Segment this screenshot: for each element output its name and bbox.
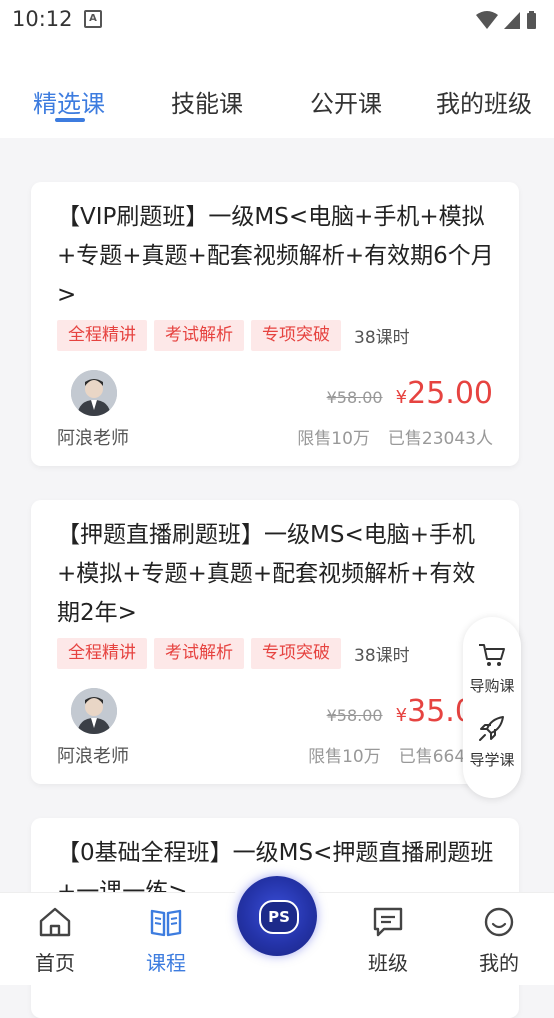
course-tabs: 精选课 技能课 公开课 我的班级: [0, 40, 554, 138]
home-icon: [39, 907, 71, 937]
floating-guide-panel: 导购课 导学课: [463, 617, 521, 798]
guide-purchase-button[interactable]: 导购课: [463, 641, 521, 696]
course-tag: 专项突破: [251, 638, 341, 669]
course-card[interactable]: 【押题直播刷题班】一级MS<电脑+手机+模拟+专题+真题+配套视频解析+有效期2…: [31, 500, 519, 784]
tab-skill[interactable]: 技能课: [171, 84, 243, 119]
cart-icon: [479, 644, 505, 666]
active-tab-indicator: [55, 118, 85, 122]
course-tag: 全程精讲: [57, 320, 147, 351]
nav-mine-label: 我的: [479, 951, 519, 975]
nav-courses-label: 课程: [146, 951, 186, 975]
ps-logo-icon: PS: [237, 876, 317, 956]
teacher-name: 阿浪老师: [57, 428, 129, 449]
smile-icon: [484, 907, 514, 937]
course-hours: 38课时: [354, 328, 410, 348]
status-time: 10:12: [12, 7, 73, 31]
tab-public[interactable]: 公开课: [310, 84, 382, 119]
chat-icon: [373, 907, 403, 937]
original-price: ¥58.00: [326, 706, 383, 725]
original-price: ¥58.00: [326, 388, 383, 407]
battery-icon: [527, 11, 536, 29]
price-row: ¥58.00 ¥25.00: [327, 376, 493, 411]
teacher-avatar: [71, 370, 117, 416]
sales-limit: 限售10万: [297, 429, 370, 449]
course-card[interactable]: 【VIP刷题班】一级MS<电脑+手机+模拟+专题+真题+配套视频解析+有效期6个…: [31, 182, 519, 466]
rocket-icon: [479, 716, 504, 741]
notification-icon: A: [84, 10, 102, 28]
current-price: 25.00: [407, 376, 493, 411]
signal-icon: [504, 12, 520, 29]
course-tags: 全程精讲 考试解析 专项突破 38课时: [57, 320, 410, 351]
sales-limit: 限售10万: [308, 747, 381, 767]
course-tags: 全程精讲 考试解析 专项突破 38课时: [57, 638, 410, 669]
course-title: 【VIP刷题班】一级MS<电脑+手机+模拟+专题+真题+配套视频解析+有效期6个…: [57, 204, 494, 308]
teacher-name: 阿浪老师: [57, 746, 129, 767]
book-icon: [150, 909, 182, 937]
sales-info: 限售10万 已售23043人: [297, 424, 493, 449]
guide-study-label: 导学课: [469, 751, 515, 769]
status-bar: 10:12 A: [0, 0, 554, 40]
course-tag: 专项突破: [251, 320, 341, 351]
tab-featured[interactable]: 精选课: [33, 84, 105, 119]
currency-symbol: ¥: [395, 705, 408, 726]
course-tag: 考试解析: [154, 320, 244, 351]
nav-class[interactable]: 班级: [348, 905, 428, 976]
course-title: 【押题直播刷题班】一级MS<电脑+手机+模拟+专题+真题+配套视频解析+有效期2…: [57, 522, 476, 626]
nav-home[interactable]: 首页: [15, 905, 95, 976]
center-ps-button[interactable]: PS: [229, 868, 325, 964]
guide-purchase-label: 导购课: [469, 677, 515, 695]
wifi-icon: [476, 11, 498, 29]
sold-count: 已售23043人: [387, 429, 493, 449]
teacher-avatar: [71, 688, 117, 734]
currency-symbol: ¥: [395, 387, 408, 408]
status-icons: [474, 9, 540, 35]
nav-class-label: 班级: [368, 951, 408, 975]
guide-study-button[interactable]: 导学课: [463, 715, 521, 770]
course-tag: 全程精讲: [57, 638, 147, 669]
nav-mine[interactable]: 我的: [459, 905, 539, 976]
nav-courses[interactable]: 课程: [126, 905, 206, 976]
tab-my-class[interactable]: 我的班级: [436, 84, 532, 119]
course-tag: 考试解析: [154, 638, 244, 669]
ps-badge: PS: [259, 900, 299, 934]
course-hours: 38课时: [354, 646, 410, 666]
nav-home-label: 首页: [35, 951, 75, 975]
